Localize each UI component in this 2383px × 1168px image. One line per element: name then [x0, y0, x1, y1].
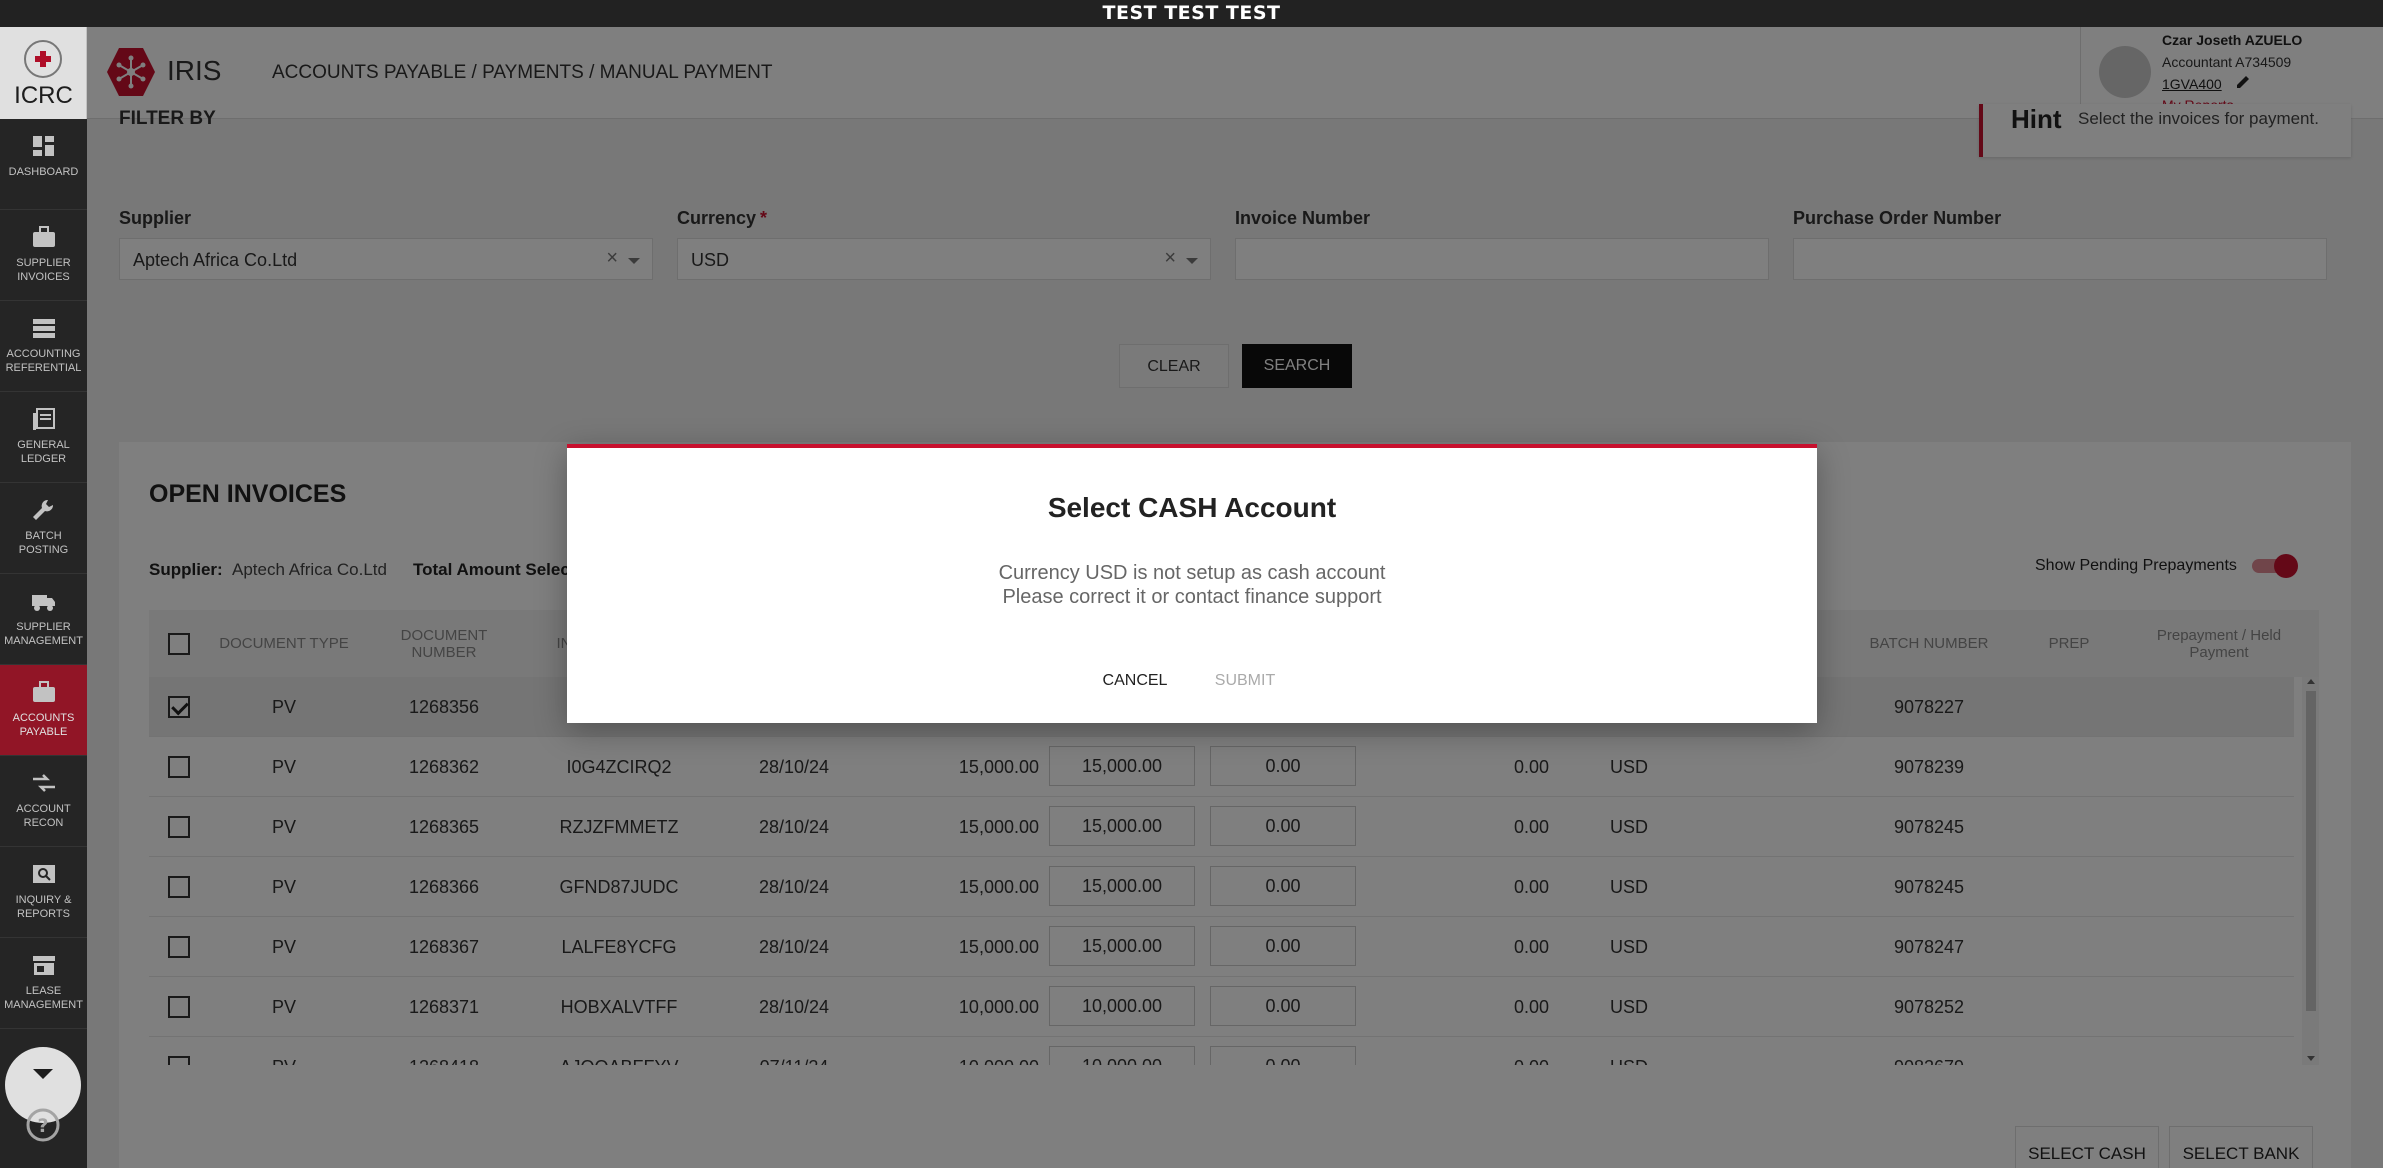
dialog-title: Select CASH Account	[1047, 492, 1337, 523]
sidebar-dim-overlay	[0, 27, 87, 1168]
dialog-message-line-2: Please correct it or contact finance sup…	[1002, 586, 1382, 608]
dialog-cancel-button[interactable]: CANCEL	[1095, 669, 1175, 693]
dialog-submit-button[interactable]: SUBMIT	[1205, 669, 1285, 693]
select-cash-account-dialog: Select CASH Account Currency USD is not …	[567, 444, 1817, 723]
dialog-message-line-1: Currency USD is not setup as cash accoun…	[998, 562, 1386, 584]
environment-banner: TEST TEST TEST	[0, 0, 2383, 27]
